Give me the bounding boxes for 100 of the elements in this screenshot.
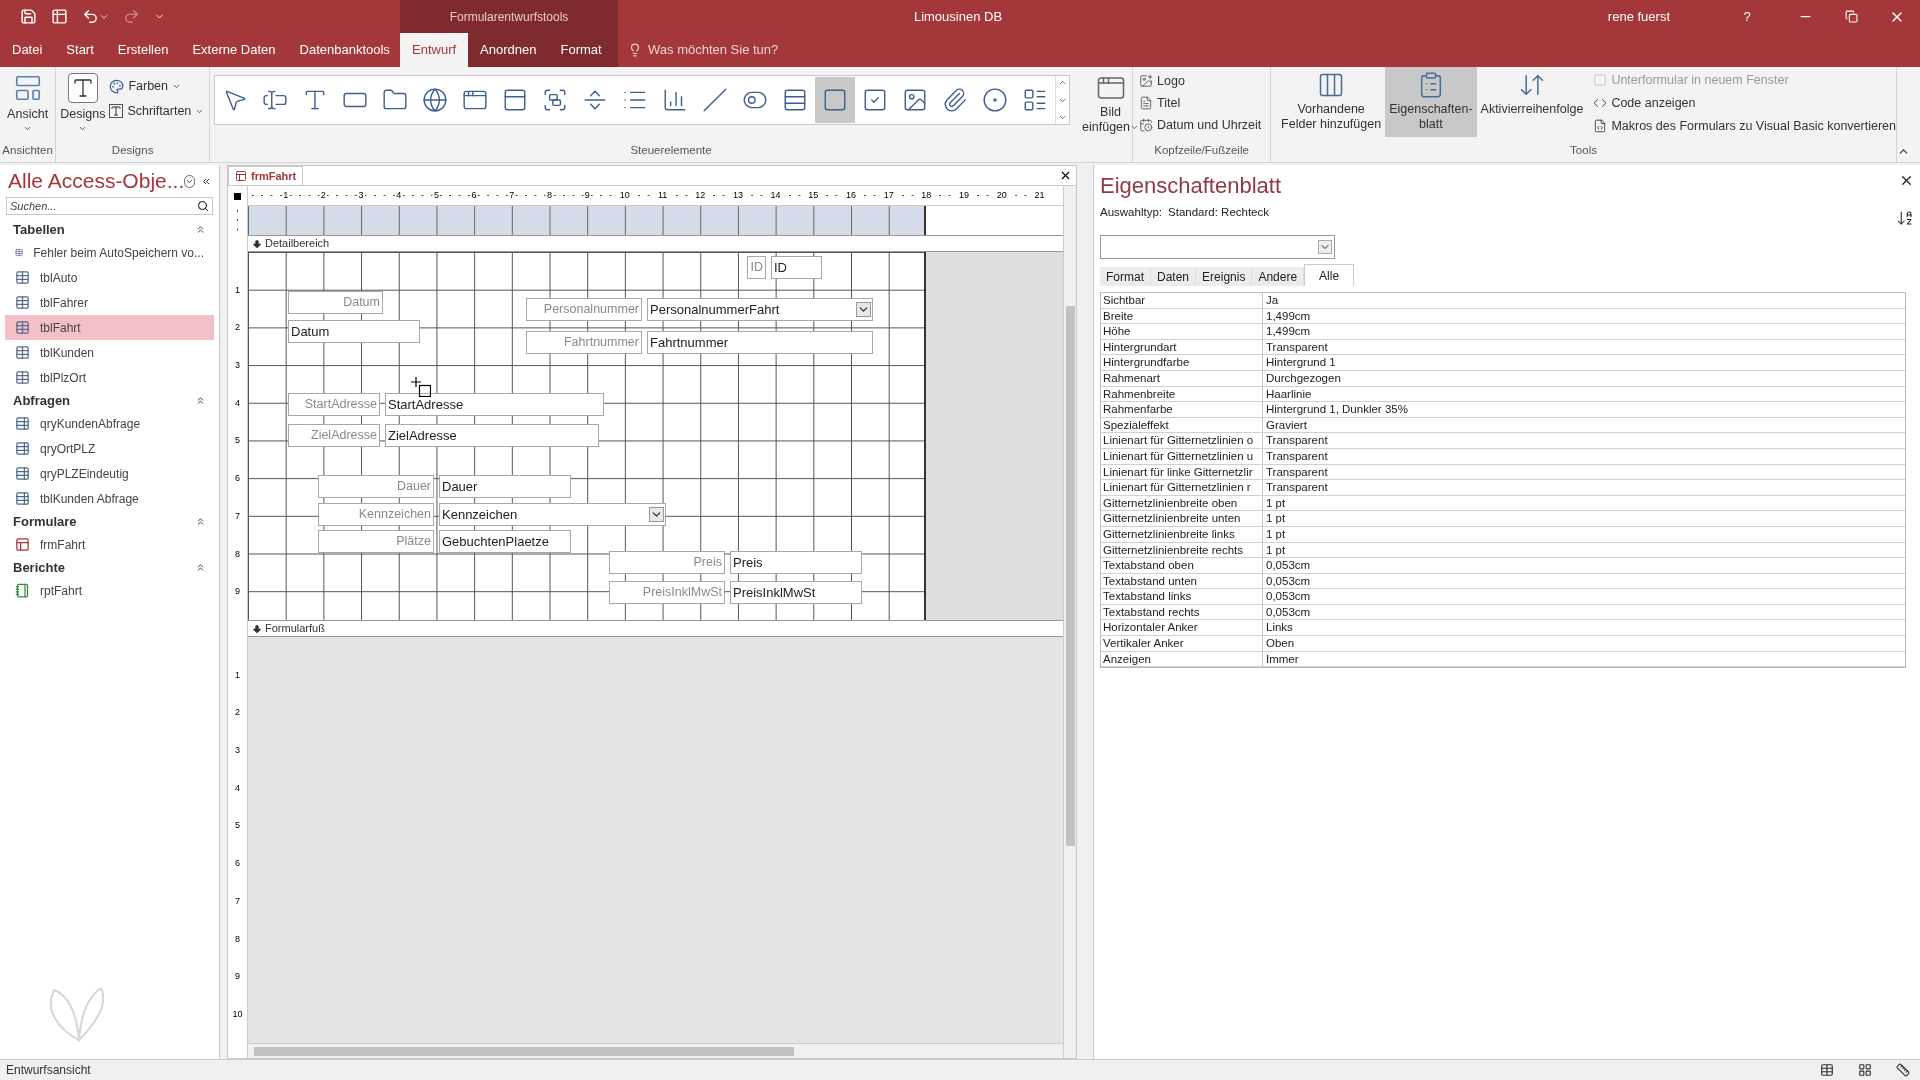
property-value[interactable]: 0,053cm — [1263, 558, 1905, 573]
restore-icon[interactable] — [1844, 10, 1858, 23]
tool-link[interactable]: Code anzeigen — [1593, 93, 1896, 113]
nav-item[interactable]: qryKundenAbfrage — [5, 411, 214, 436]
ribbon-tab[interactable]: Datenbanktools — [287, 33, 402, 67]
scroll-up-icon[interactable] — [1058, 78, 1068, 87]
combo-box[interactable]: Kennzeichen — [439, 503, 666, 526]
designs-button[interactable]: Designs — [60, 73, 106, 133]
nav-group-header[interactable]: Formulare — [13, 511, 195, 532]
text-field[interactable]: Preis — [730, 551, 862, 574]
property-tab[interactable]: Alle — [1304, 264, 1355, 286]
save-icon[interactable] — [20, 8, 37, 25]
detail-section[interactable] — [248, 252, 926, 620]
property-value[interactable]: Hintergrund 1, Dunkler 35% — [1263, 402, 1905, 417]
nav-item[interactable]: tblKunden Abfrage — [5, 486, 214, 511]
property-tab[interactable]: Format — [1100, 267, 1151, 286]
nav-group-header[interactable]: Berichte — [13, 557, 195, 578]
property-value[interactable]: Transparent — [1263, 480, 1905, 495]
property-value[interactable]: 1 pt — [1263, 495, 1905, 511]
combo-box[interactable]: PersonalnummerFahrt — [647, 298, 873, 321]
ribbon-tab[interactable]: Erstellen — [105, 33, 181, 67]
property-value[interactable]: 0,053cm — [1263, 604, 1905, 620]
vertical-scrollbar[interactable] — [1063, 186, 1076, 1058]
text-field[interactable]: StartAdresse — [385, 393, 604, 416]
collapse-group-icon[interactable] — [195, 395, 206, 406]
section-bar[interactable]: Detailbereich — [248, 235, 1063, 252]
section-bar[interactable]: Formularfuß — [248, 620, 1063, 637]
field-label[interactable]: Plätze — [318, 530, 434, 553]
form-selector[interactable] — [234, 192, 241, 200]
field-label[interactable]: StartAdresse — [288, 393, 380, 416]
property-value[interactable]: Transparent — [1263, 448, 1905, 464]
property-value[interactable]: Durchgezogen — [1263, 370, 1905, 386]
property-value[interactable]: Transparent — [1263, 464, 1905, 480]
nav-item[interactable]: frmFahrt — [5, 532, 214, 557]
property-value[interactable]: Links — [1263, 620, 1905, 636]
tool-button[interactable]: Aktivierreihenfolge — [1476, 67, 1588, 137]
property-value[interactable]: 1 pt — [1263, 542, 1905, 558]
insert-image-button[interactable]: Bild einfügen — [1082, 73, 1139, 135]
text-field[interactable]: ID — [771, 256, 822, 279]
nav-item[interactable]: Fehler beim AutoSpeichern vo... — [5, 240, 214, 265]
property-value[interactable]: Hintergrund 1 — [1263, 355, 1905, 370]
field-label[interactable]: Kennzeichen — [318, 503, 434, 526]
close-icon[interactable] — [1899, 173, 1914, 188]
text-field[interactable]: Datum — [288, 320, 420, 343]
nav-item[interactable]: qryOrtPLZ — [5, 436, 214, 461]
nav-item[interactable]: tblFahrer — [5, 290, 214, 315]
tell-me-field[interactable]: Was möchten Sie tun? — [648, 40, 779, 60]
field-label[interactable]: Preis — [609, 551, 725, 574]
ribbon-tab[interactable]: Start — [54, 33, 106, 67]
property-tab[interactable]: Ereignis — [1196, 267, 1253, 286]
nav-item[interactable]: tblPlzOrt — [5, 365, 214, 390]
property-value[interactable]: Transparent — [1263, 433, 1905, 448]
property-value[interactable]: 0,053cm — [1263, 573, 1905, 589]
nav-item[interactable]: rptFahrt — [5, 578, 214, 603]
property-value[interactable]: Immer — [1263, 651, 1905, 667]
ribbon-tab[interactable]: Entwurf — [400, 33, 469, 67]
nav-item[interactable]: qryPLZEindeutig — [5, 461, 214, 486]
field-label[interactable]: Datum — [288, 291, 383, 314]
property-tab[interactable]: Andere — [1252, 267, 1305, 286]
nav-pane-title[interactable]: Alle Access-Obje... — [8, 165, 185, 197]
undo-icon[interactable] — [82, 8, 99, 25]
text-field[interactable]: GebuchtenPlaetze — [439, 530, 571, 553]
ribbon-tab[interactable]: Datei — [0, 33, 55, 67]
collapse-group-icon[interactable] — [195, 224, 206, 235]
text-field[interactable]: ZielAdresse — [385, 424, 599, 447]
view-button[interactable]: Ansicht — [7, 73, 49, 133]
text-field[interactable]: PreisInklMwSt — [730, 581, 862, 604]
property-value[interactable]: 1,499cm — [1263, 308, 1905, 324]
sort-icon[interactable] — [1896, 209, 1914, 227]
nav-group-header[interactable]: Abfragen — [13, 390, 195, 411]
property-value[interactable]: 1 pt — [1263, 511, 1905, 526]
property-value[interactable]: 1,499cm — [1263, 324, 1905, 339]
fonts-button[interactable]: Schriftarten — [109, 101, 205, 121]
help-button[interactable]: ? — [1732, 0, 1762, 33]
nav-item[interactable]: tblFahrt — [5, 315, 214, 340]
gallery-item[interactable] — [815, 77, 856, 123]
nav-item[interactable]: tblKunden — [5, 340, 214, 365]
colors-button[interactable]: Farben — [109, 77, 205, 96]
property-tab[interactable]: Daten — [1151, 267, 1197, 286]
collapse-group-icon[interactable] — [195, 516, 206, 527]
selection-dropdown[interactable] — [1100, 235, 1335, 259]
field-label[interactable]: ZielAdresse — [288, 424, 380, 447]
tool-button[interactable]: Eigenschaften- blatt — [1385, 67, 1477, 137]
property-value[interactable]: Transparent — [1263, 339, 1905, 355]
field-label[interactable]: Personalnummer — [526, 298, 642, 321]
text-field[interactable]: Fahrtnummer — [647, 331, 873, 354]
header-footer-button[interactable]: Logo — [1139, 72, 1262, 91]
text-field[interactable]: Dauer — [439, 475, 571, 498]
close-icon[interactable] — [1059, 169, 1072, 182]
field-label[interactable]: ID — [747, 256, 766, 279]
grid-view-icon[interactable] — [1858, 1063, 1872, 1077]
tool-link[interactable]: Makros des Formulars zu Visual Basic konvertieren — [1593, 116, 1896, 136]
expand-icon[interactable] — [1058, 113, 1068, 122]
property-value[interactable]: Ja — [1263, 293, 1905, 308]
property-value[interactable]: Oben — [1263, 636, 1905, 651]
tool-button[interactable]: Vorhandene Felder hinzufügen — [1277, 67, 1386, 137]
collapse-group-icon[interactable] — [195, 562, 206, 573]
nav-item[interactable]: tblAuto — [5, 265, 214, 290]
nav-group-header[interactable]: Tabellen — [13, 219, 195, 240]
horizontal-scrollbar[interactable] — [248, 1043, 1063, 1058]
